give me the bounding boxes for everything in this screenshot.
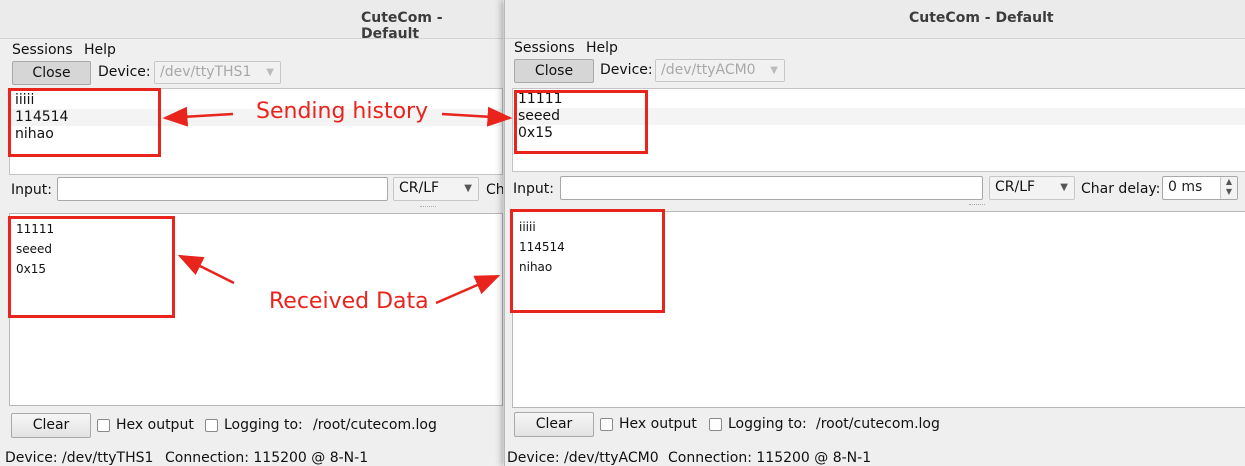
- annotation-arrows: [162, 106, 513, 305]
- arrow-to-left-received: [177, 254, 235, 285]
- arrow-to-right-history: [441, 106, 513, 127]
- arrow-to-right-received: [435, 274, 501, 305]
- arrow-to-left-history: [162, 106, 234, 127]
